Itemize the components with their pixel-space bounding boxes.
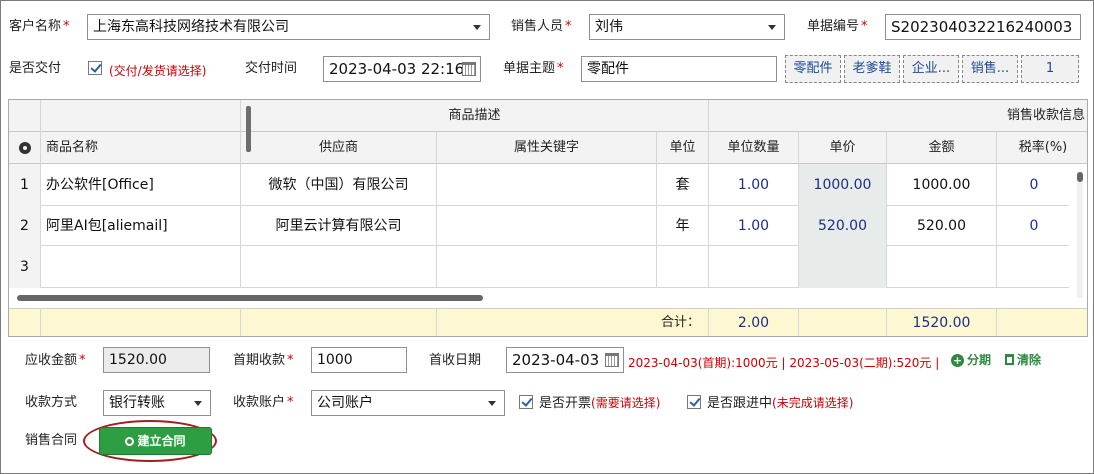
- subject-tag-button[interactable]: 企业...: [903, 55, 959, 83]
- receivable-input: 1520.00: [103, 347, 210, 373]
- first-payment-input[interactable]: 1000: [311, 347, 407, 373]
- vertical-scrollbar[interactable]: [1077, 172, 1083, 298]
- col-header-attr[interactable]: 属性关键字: [437, 132, 657, 164]
- group-header-sales: 销售收款信息: [1006, 108, 1085, 123]
- cell-unit[interactable]: 套: [657, 164, 709, 206]
- cell-unit[interactable]: [657, 246, 709, 288]
- table-row[interactable]: 2 阿里AI包[aliemail] 阿里云计算有限公司 年 1.00 520.0…: [9, 206, 1069, 246]
- account-select[interactable]: 公司账户: [311, 390, 505, 416]
- first-date-input[interactable]: 2023-04-03: [506, 347, 624, 373]
- grid-group-header: 商品描述 销售收款信息: [9, 100, 1087, 132]
- subject-label: 单据主题 *: [503, 61, 564, 76]
- scrollbar-thumb[interactable]: [1077, 172, 1083, 182]
- cell-qty[interactable]: [709, 246, 799, 288]
- cell-tax[interactable]: 0: [997, 206, 1071, 246]
- installment-schedule: 2023-04-03(首期):1000元 | 2023-05-03(二期):52…: [628, 356, 940, 370]
- customer-label: 客户名称 *: [9, 19, 70, 34]
- cell-tax[interactable]: 0: [997, 164, 1071, 206]
- col-header-supplier[interactable]: 供应商: [241, 132, 437, 164]
- split-installment-button[interactable]: + 分期: [951, 351, 991, 368]
- col-header-price[interactable]: 单价: [799, 132, 887, 164]
- cell-attr[interactable]: [437, 206, 657, 246]
- table-row[interactable]: 1 办公软件[Office] 微软（中国）有限公司 套 1.00 1000.00…: [9, 164, 1069, 206]
- chevron-down-icon: [473, 25, 481, 30]
- cell-supplier[interactable]: 微软（中国）有限公司: [241, 164, 437, 206]
- follow-up-label: 是否跟进中(未完成请选择): [707, 396, 854, 411]
- invoice-checkbox[interactable]: [519, 395, 533, 409]
- cell-attr[interactable]: [437, 246, 657, 288]
- row-number: 1: [9, 164, 41, 206]
- delivery-time-label: 交付时间: [245, 61, 298, 76]
- totals-label: 合计：: [437, 309, 709, 336]
- follow-up-checkbox[interactable]: [687, 395, 701, 409]
- col-header-qty[interactable]: 单位数量: [709, 132, 799, 164]
- cell-name[interactable]: 办公软件[Office]: [41, 164, 241, 206]
- total-qty: 2.00: [709, 309, 799, 336]
- sales-person-select[interactable]: 刘伟: [589, 14, 785, 40]
- first-payment-label: 首期收款 *: [233, 353, 294, 368]
- horizontal-scrollbar[interactable]: [17, 295, 483, 301]
- plus-circle-icon: +: [951, 354, 964, 367]
- cell-tax[interactable]: [997, 246, 1071, 288]
- account-label: 收款账户 *: [233, 395, 294, 410]
- grid-column-header: 商品名称 供应商 属性关键字 单位 单位数量 单价 金额 税率(%): [9, 132, 1087, 164]
- payment-method-label: 收款方式: [25, 395, 78, 410]
- cell-amount[interactable]: 1000.00: [887, 164, 997, 206]
- col-header-tax[interactable]: 税率(%): [997, 132, 1087, 164]
- chevron-down-icon: [768, 25, 776, 30]
- clear-button[interactable]: 清除: [1005, 351, 1041, 368]
- calendar-icon[interactable]: [605, 353, 619, 367]
- cell-qty[interactable]: 1.00: [709, 206, 799, 246]
- group-header-description: 商品描述: [241, 100, 709, 132]
- delivery-time-input[interactable]: 2023-04-03 22:16: [323, 56, 481, 82]
- delivered-checkbox[interactable]: [88, 61, 102, 75]
- row-number: 3: [9, 246, 41, 288]
- cell-amount[interactable]: [887, 246, 997, 288]
- cell-price[interactable]: [799, 246, 887, 288]
- sales-person-label: 销售人员 *: [511, 19, 572, 34]
- subject-input[interactable]: 零配件: [581, 56, 777, 82]
- row-number: 2: [9, 206, 41, 246]
- cell-name[interactable]: 阿里AI包[aliemail]: [41, 206, 241, 246]
- delivered-hint: (交付/发货请选择): [109, 64, 207, 78]
- subject-tag-button[interactable]: 老爹鞋: [844, 55, 900, 83]
- col-header-unit[interactable]: 单位: [657, 132, 709, 164]
- cell-price[interactable]: 520.00: [799, 206, 887, 246]
- cell-name[interactable]: [41, 246, 241, 288]
- contract-label: 销售合同: [25, 433, 78, 448]
- chevron-down-icon: [488, 401, 496, 406]
- cell-supplier[interactable]: 阿里云计算有限公司: [241, 206, 437, 246]
- cell-attr[interactable]: [437, 164, 657, 206]
- delivered-label: 是否交付: [9, 61, 62, 76]
- col-header-name[interactable]: 商品名称: [41, 132, 241, 164]
- col-header-amount[interactable]: 金额: [887, 132, 997, 164]
- column-splitter-handle[interactable]: [246, 106, 251, 152]
- doc-number-label: 单据编号 *: [807, 19, 868, 34]
- form-panel: 客户名称 * 上海东高科技网络技术有限公司 销售人员 * 刘伟 单据编号 * S202…: [0, 0, 1094, 474]
- table-row[interactable]: 3: [9, 246, 1069, 288]
- total-amount: 1520.00: [887, 309, 997, 336]
- search-icon: [125, 437, 135, 446]
- cell-unit[interactable]: 年: [657, 206, 709, 246]
- subject-tag-button[interactable]: 销售...: [962, 55, 1018, 83]
- payment-method-select[interactable]: 银行转账: [103, 390, 211, 416]
- cell-qty[interactable]: 1.00: [709, 164, 799, 206]
- gear-icon[interactable]: [19, 142, 31, 154]
- cell-price[interactable]: 1000.00: [799, 164, 887, 206]
- receivable-label: 应收金额 *: [25, 353, 86, 368]
- calendar-icon[interactable]: [462, 62, 476, 76]
- trash-icon: [1005, 354, 1014, 365]
- totals-row: 合计： 2.00 1520.00: [9, 308, 1087, 336]
- product-grid: 商品描述 销售收款信息 商品名称 供应商 属性关键字 单位 单位数量 单价 金额…: [8, 99, 1088, 337]
- chevron-down-icon: [194, 401, 202, 406]
- cell-amount[interactable]: 520.00: [887, 206, 997, 246]
- cell-supplier[interactable]: [241, 246, 437, 288]
- invoice-label: 是否开票(需要请选择): [539, 396, 661, 411]
- doc-number-input[interactable]: S202304032216240003: [885, 14, 1081, 40]
- first-date-label: 首收日期: [429, 353, 482, 368]
- subject-tag-button[interactable]: 零配件: [785, 55, 841, 83]
- create-contract-button[interactable]: 建立合同: [99, 427, 212, 455]
- customer-select[interactable]: 上海东高科技网络技术有限公司: [87, 14, 490, 40]
- subject-tag-button[interactable]: 1: [1021, 55, 1079, 83]
